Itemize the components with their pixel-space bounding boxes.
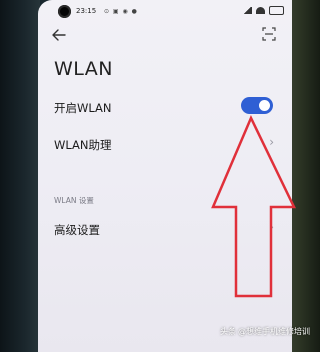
- wifi-icon: [256, 7, 265, 14]
- status-left-icons: ⊙ ▣ ◉ ●: [104, 8, 138, 15]
- chevron-right-icon: ›: [269, 135, 274, 149]
- wlan-toggle-switch[interactable]: [241, 97, 273, 114]
- chevron-right-icon: ›: [269, 220, 274, 234]
- status-bar: 23:15 ⊙ ▣ ◉ ●: [38, 0, 292, 24]
- watermark-text: @想维手机维修培训: [238, 327, 310, 336]
- front-camera: [58, 5, 71, 18]
- page-title: WLAN: [54, 58, 114, 80]
- phone-screen: 23:15 ⊙ ▣ ◉ ● WLAN 开启WLAN WLAN助理 › WLAN …: [38, 0, 292, 352]
- back-arrow-icon[interactable]: [52, 28, 72, 44]
- scan-icon[interactable]: [262, 26, 276, 41]
- status-time: 23:15: [76, 7, 97, 15]
- watermark: 头条 @想维手机维修培训: [220, 326, 310, 337]
- watermark-prefix: 头条: [220, 327, 236, 336]
- back-arrow-glyph: [52, 29, 66, 41]
- battery-icon: [269, 6, 284, 15]
- wlan-assistant-item[interactable]: WLAN助理: [54, 137, 278, 153]
- phone-bezel-left: [0, 0, 40, 352]
- toggle-knob: [259, 100, 270, 111]
- advanced-settings-item[interactable]: 高级设置: [54, 222, 278, 238]
- status-right-icons: [243, 6, 284, 15]
- section-header-wlan-settings: WLAN 设置: [54, 196, 94, 205]
- scan-glyph: [262, 27, 276, 41]
- signal-icon: [243, 7, 252, 14]
